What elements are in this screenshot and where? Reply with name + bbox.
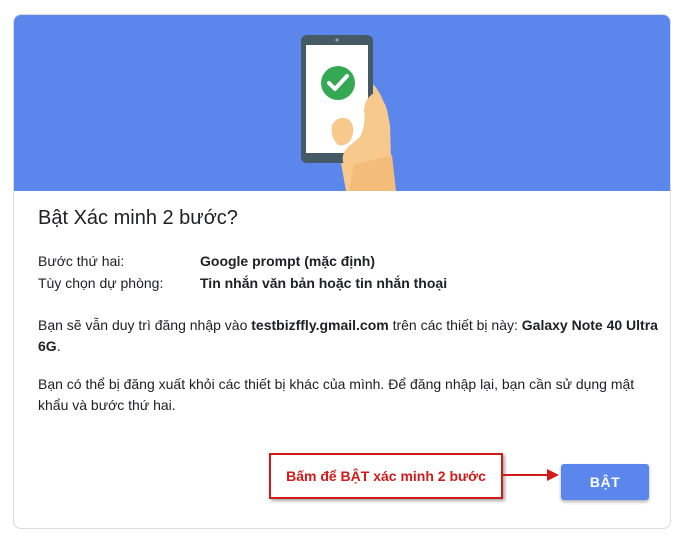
signed-in-devices-text: Bạn sẽ vẫn duy trì đăng nhập vào testbiz… — [38, 315, 658, 357]
paragraph-text: . — [56, 338, 61, 354]
dialog-card: Bật Xác minh 2 bước? Bước thứ hai: Googl… — [13, 14, 671, 529]
paragraph-text: Bạn sẽ vẫn duy trì đăng nhập vào — [38, 317, 252, 333]
account-email: testbizffly.gmail.com — [251, 317, 389, 333]
second-step-value: Google prompt (mặc định) — [200, 253, 375, 269]
second-step-label: Bước thứ hai: — [38, 253, 125, 269]
checkmark-icon — [321, 66, 355, 100]
paragraph-text: trên các thiết bị này: — [388, 317, 522, 333]
arrow-icon — [503, 469, 559, 481]
hero-banner — [14, 15, 670, 191]
sign-out-warning-text: Bạn có thể bị đăng xuất khỏi các thiết b… — [38, 376, 635, 413]
backup-option-label: Tùy chọn dự phòng: — [38, 275, 164, 291]
turn-on-button[interactable]: BẬT — [561, 464, 649, 500]
annotation-callout: Bấm để BẬT xác minh 2 bước — [269, 453, 503, 499]
dialog-title: Bật Xác minh 2 bước? — [38, 207, 238, 229]
backup-option-value: Tin nhắn văn bản hoặc tin nhắn thoại — [200, 275, 448, 291]
phone-in-hand-illustration — [301, 35, 396, 191]
